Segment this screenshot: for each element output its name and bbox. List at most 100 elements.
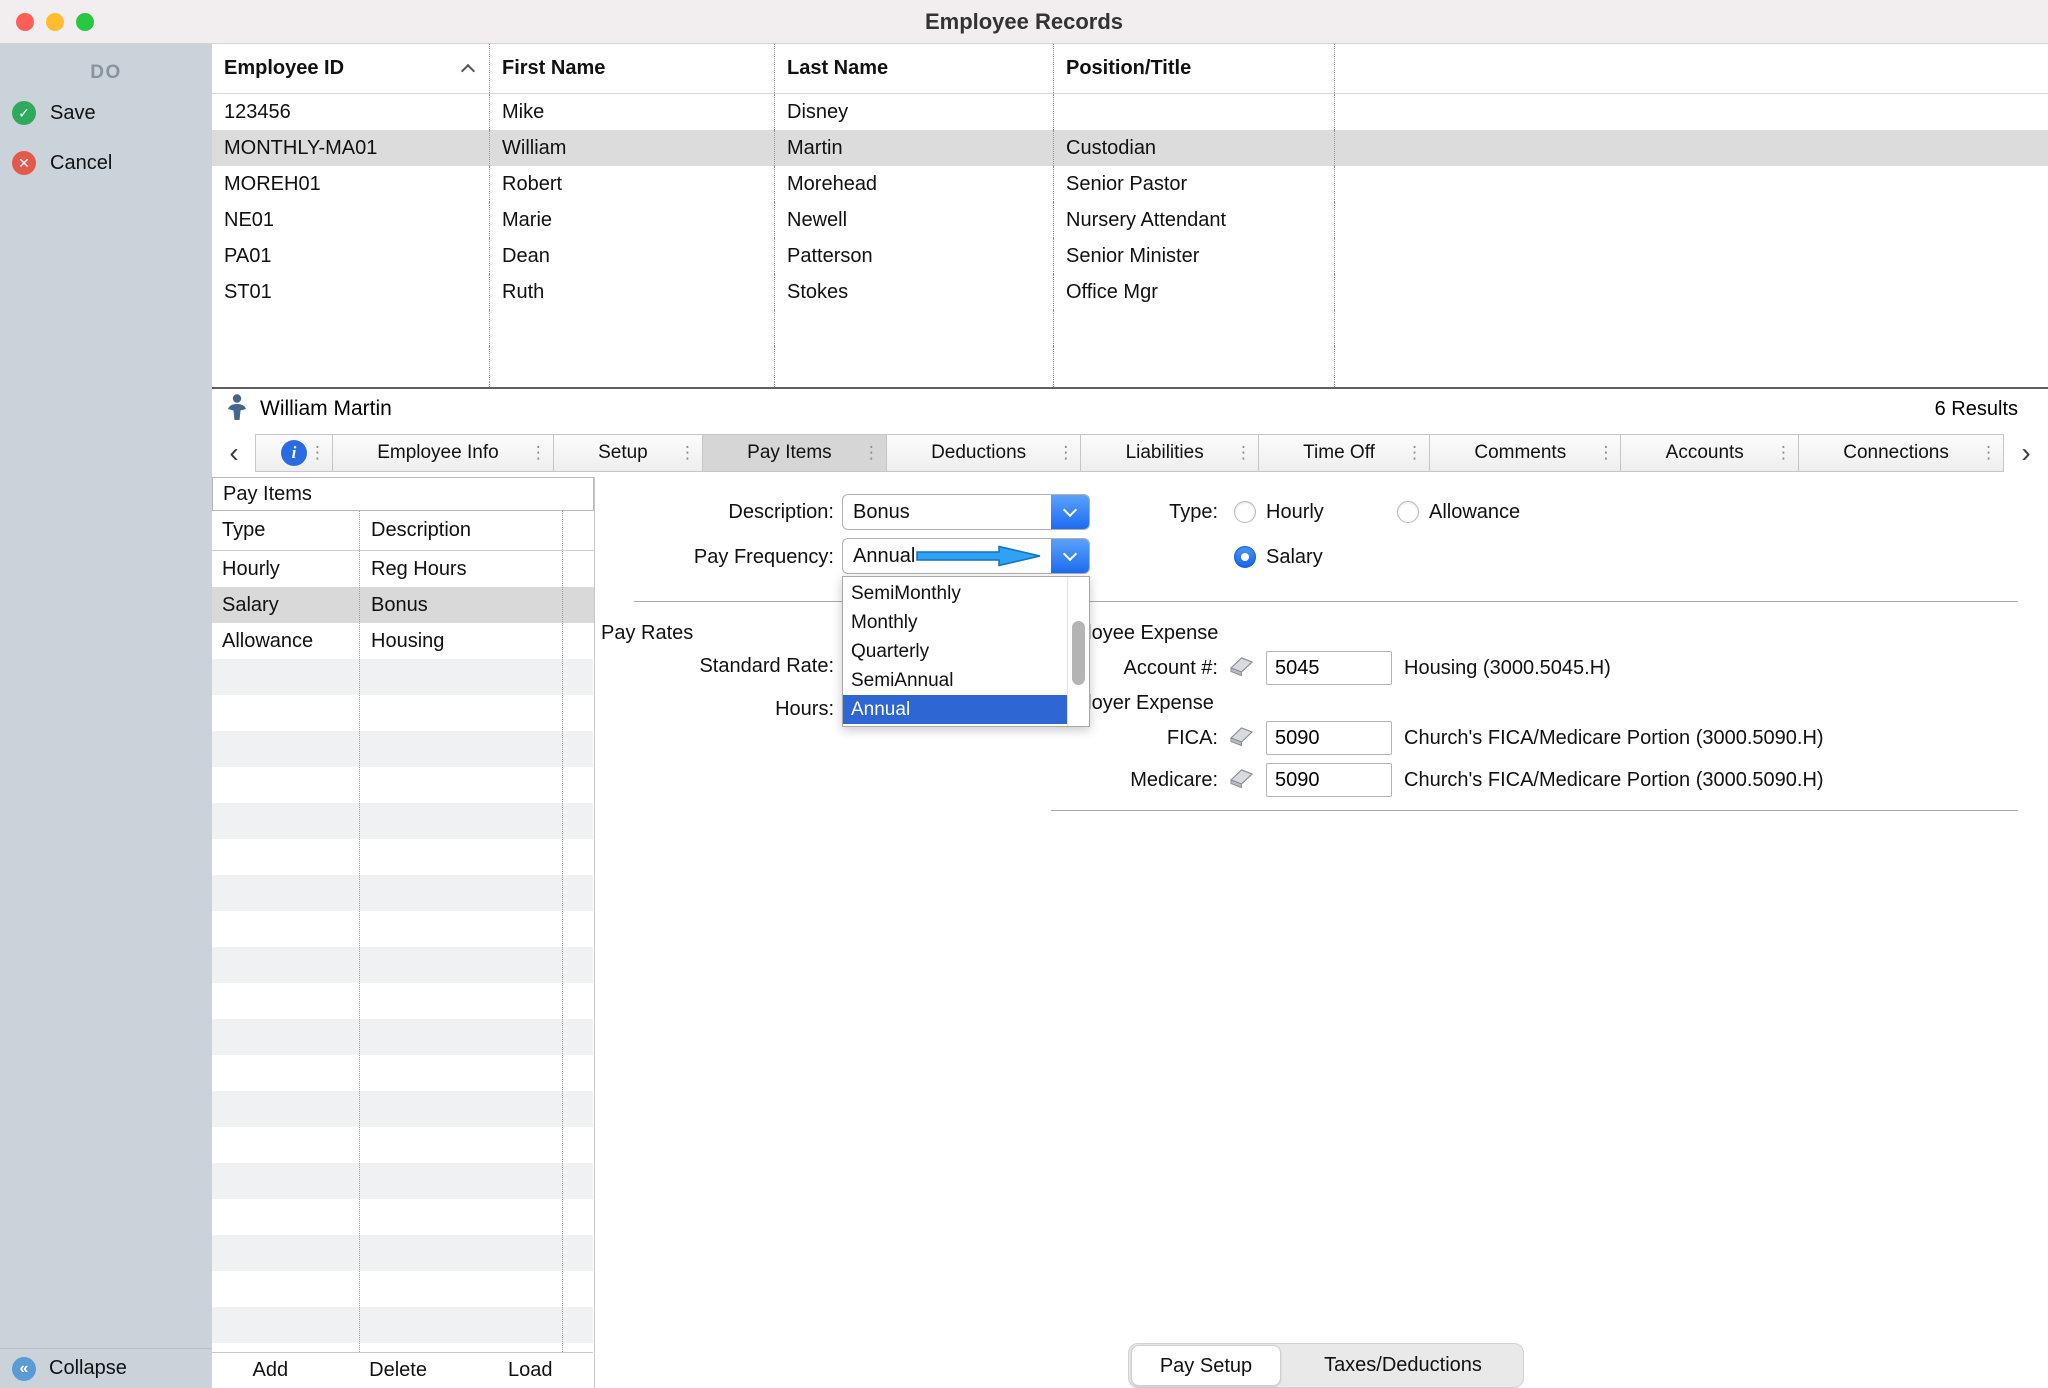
pay-item-row-selected[interactable]: Salary Bonus — [212, 587, 594, 623]
delete-button[interactable]: Delete — [359, 1359, 437, 1382]
empty-cell — [1335, 166, 2048, 202]
sidebar: DO ✓ Save ✕ Cancel « Collapse — [0, 44, 212, 1388]
tab-handle-icon: ⋮ — [1406, 443, 1423, 463]
pay-item-type: Hourly — [212, 558, 359, 581]
column-header-label: First Name — [502, 57, 605, 80]
popup-button — [1051, 495, 1089, 529]
table-row[interactable]: MOREH01 Robert Morehead Senior Pastor — [212, 166, 2048, 202]
dropdown-option[interactable]: Quarterly — [843, 637, 1067, 666]
tab-handle-icon: ⋮ — [863, 443, 880, 463]
empty-table-row — [212, 346, 2048, 382]
radio-label: Salary — [1266, 546, 1323, 569]
tab-pay-setup[interactable]: Pay Setup — [1131, 1345, 1281, 1386]
table-row[interactable]: 123456 Mike Disney — [212, 94, 2048, 130]
dropdown-option[interactable]: Monthly — [843, 608, 1067, 637]
account-lookup-icon[interactable] — [1228, 766, 1255, 789]
fica-account-input[interactable] — [1266, 721, 1392, 755]
zoom-button[interactable] — [76, 13, 94, 31]
type-radio-allowance[interactable]: Allowance — [1397, 494, 1520, 530]
tab-accounts[interactable]: Accounts ⋮ — [1620, 434, 1799, 472]
column-divider — [562, 511, 563, 1352]
column-header-type[interactable]: Type — [212, 519, 359, 542]
load-button[interactable]: Load — [498, 1359, 563, 1382]
tab-liabilities[interactable]: Liabilities ⋮ — [1080, 434, 1259, 472]
first-name-cell: Marie — [490, 202, 775, 238]
form-divider — [1051, 810, 2018, 811]
tab-label: Employee Info — [377, 442, 498, 464]
tab-employee-info[interactable]: Employee Info ⋮ — [332, 434, 554, 472]
tab-handle-icon: ⋮ — [1597, 443, 1614, 463]
position-title-cell: Senior Minister — [1054, 238, 1335, 274]
minimize-button[interactable] — [46, 13, 64, 31]
description-popup[interactable]: Bonus — [842, 494, 1090, 530]
position-title-cell: Custodian — [1054, 130, 1335, 166]
tab-deductions[interactable]: Deductions ⋮ — [886, 434, 1081, 472]
chevron-down-icon — [1063, 546, 1077, 560]
dropdown-option[interactable]: SemiAnnual — [843, 666, 1067, 695]
tab-time-off[interactable]: Time Off ⋮ — [1258, 434, 1430, 472]
fica-description: Church's FICA/Medicare Portion (3000.509… — [1404, 720, 1824, 756]
info-icon: i — [281, 440, 307, 466]
pay-item-row[interactable]: Allowance Housing — [212, 623, 594, 659]
tab-taxes-deductions[interactable]: Taxes/Deductions — [1283, 1345, 1523, 1386]
pay-items-panel-title: Pay Items — [212, 477, 594, 511]
collapse-label: Collapse — [49, 1357, 127, 1380]
dropdown-option-highlighted[interactable]: Annual — [843, 695, 1067, 724]
employee-id-cell: MONTHLY-MA01 — [212, 130, 490, 166]
column-header-first-name[interactable]: First Name — [490, 44, 775, 93]
dropdown-option[interactable]: SemiMonthly — [843, 579, 1067, 608]
column-header-last-name[interactable]: Last Name — [775, 44, 1054, 93]
cancel-button[interactable]: ✕ Cancel — [0, 142, 212, 184]
tabs-scroll-right-icon[interactable]: › — [2004, 434, 2048, 472]
tab-comments[interactable]: Comments ⋮ — [1429, 434, 1621, 472]
account-lookup-icon[interactable] — [1228, 724, 1255, 747]
position-title-cell — [1054, 94, 1335, 130]
first-name-cell: Mike — [490, 94, 775, 130]
dropdown-scrollbar[interactable] — [1067, 577, 1089, 726]
medicare-account-input[interactable] — [1266, 763, 1392, 797]
radio-label: Allowance — [1429, 501, 1520, 524]
titlebar: Employee Records — [0, 0, 2048, 44]
tab-handle-icon: ⋮ — [1980, 443, 1997, 463]
type-radio-salary[interactable]: Salary — [1234, 539, 1323, 575]
add-button[interactable]: Add — [243, 1359, 299, 1382]
tabs-scroll-left-icon[interactable]: ‹ — [212, 434, 256, 472]
chevron-down-icon — [1063, 502, 1077, 516]
pay-item-row[interactable]: Hourly Reg Hours — [212, 551, 594, 587]
column-divider — [359, 511, 360, 1352]
tab-label: Connections — [1843, 442, 1949, 464]
first-name-cell: William — [490, 130, 775, 166]
account-lookup-icon[interactable] — [1228, 654, 1255, 677]
tab-label: Comments — [1474, 442, 1566, 464]
empty-rows-stripes — [212, 659, 593, 1352]
position-title-cell: Nursery Attendant — [1054, 202, 1335, 238]
save-button[interactable]: ✓ Save — [0, 92, 212, 134]
collapse-chevrons-icon: « — [12, 1357, 36, 1381]
pay-item-description: Bonus — [359, 594, 562, 617]
account-number-input[interactable] — [1266, 651, 1392, 685]
tab-handle-icon: ⋮ — [309, 443, 326, 463]
dropdown-options: SemiMonthly Monthly Quarterly SemiAnnual… — [843, 577, 1067, 726]
type-radio-hourly[interactable]: Hourly — [1234, 494, 1324, 530]
close-button[interactable] — [16, 13, 34, 31]
column-header-employee-id[interactable]: Employee ID — [212, 44, 490, 93]
radio-selected-icon — [1234, 546, 1256, 568]
tab-handle-icon: ⋮ — [1057, 443, 1074, 463]
radio-unselected-icon — [1397, 501, 1419, 523]
table-row[interactable]: NE01 Marie Newell Nursery Attendant — [212, 202, 2048, 238]
table-row-selected[interactable]: MONTHLY-MA01 William Martin Custodian — [212, 130, 2048, 166]
column-header-description[interactable]: Description — [359, 519, 562, 542]
collapse-button[interactable]: « Collapse — [0, 1348, 212, 1388]
table-row[interactable]: PA01 Dean Patterson Senior Minister — [212, 238, 2048, 274]
tab-label: Time Off — [1303, 442, 1375, 464]
tab-label: Deductions — [931, 442, 1026, 464]
save-label: Save — [50, 102, 96, 125]
scrollbar-thumb[interactable] — [1072, 621, 1085, 685]
column-header-position-title[interactable]: Position/Title — [1054, 44, 1335, 93]
table-row[interactable]: ST01 Ruth Stokes Office Mgr — [212, 274, 2048, 310]
tab-connections[interactable]: Connections ⋮ — [1798, 434, 2004, 472]
tab-setup[interactable]: Setup ⋮ — [553, 434, 703, 472]
tab-pay-items[interactable]: Pay Items ⋮ — [702, 434, 887, 472]
record-info-button[interactable]: i ⋮ — [255, 434, 333, 472]
annotation-arrow-icon — [915, 544, 1043, 573]
